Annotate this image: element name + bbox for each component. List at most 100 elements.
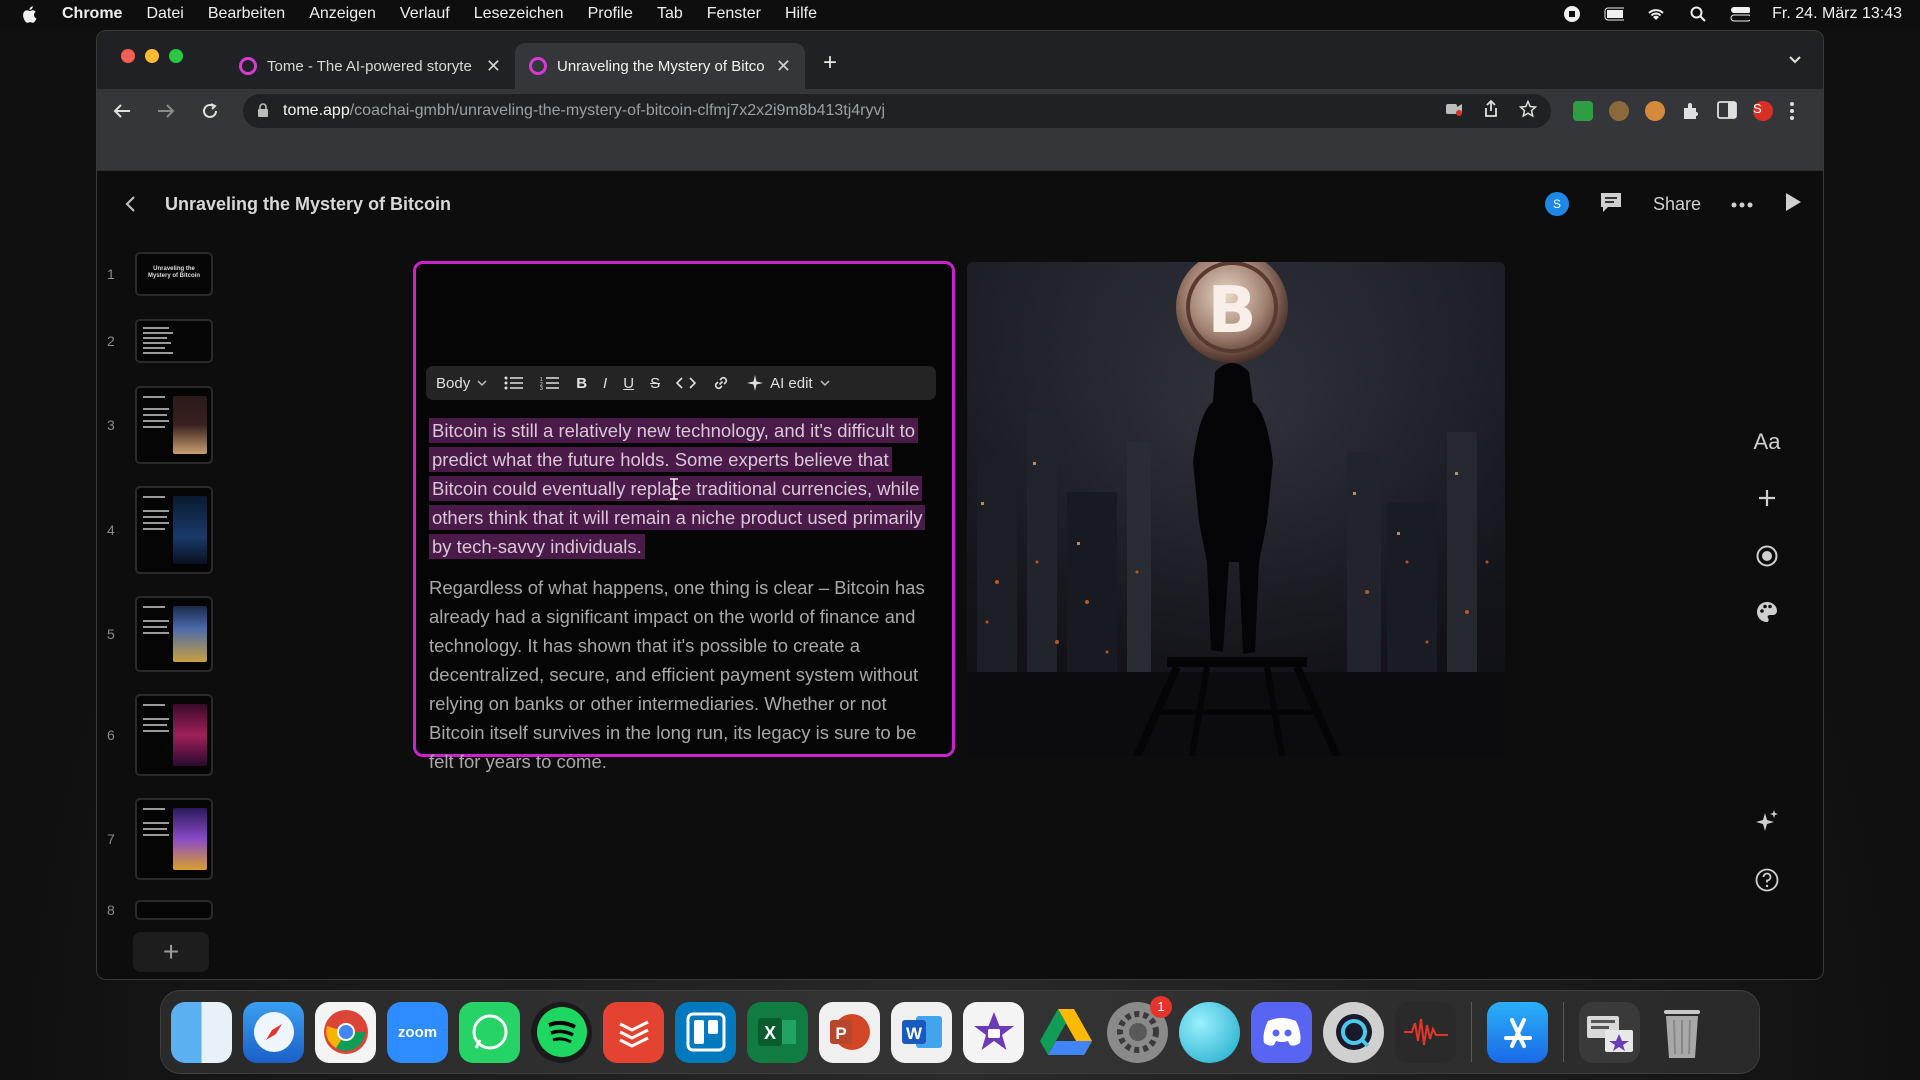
menu-tab[interactable]: Tab — [657, 5, 683, 23]
slide-thumbnail[interactable]: Unraveling the Mystery of Bitcoin — [135, 252, 213, 296]
browser-app-icon[interactable] — [1179, 1001, 1240, 1063]
document-title[interactable]: Unraveling the Mystery of Bitcoin — [165, 194, 451, 215]
menu-hilfe[interactable]: Hilfe — [785, 5, 817, 23]
whatsapp-icon[interactable] — [459, 1001, 520, 1063]
zoom-icon[interactable]: zoom — [387, 1001, 448, 1063]
quicktime-icon[interactable] — [1323, 1001, 1384, 1063]
ai-sparkle-icon[interactable] — [1747, 802, 1787, 842]
back-arrow-icon[interactable] — [111, 100, 133, 122]
imovie-star-icon[interactable] — [963, 1001, 1024, 1063]
address-bar[interactable]: tome.app /coachai-gmbh/unraveling-the-my… — [243, 94, 1551, 128]
more-options-icon[interactable] — [1731, 195, 1753, 213]
italic-button[interactable]: I — [603, 375, 607, 392]
extension-icon[interactable] — [1609, 101, 1629, 121]
collaborator-avatar[interactable]: S — [1544, 192, 1569, 216]
record-icon[interactable] — [1747, 536, 1787, 576]
add-slide-button[interactable]: + — [133, 932, 209, 972]
discord-icon[interactable] — [1251, 1001, 1312, 1063]
word-icon[interactable]: W — [891, 1001, 952, 1063]
system-settings-gear-icon[interactable]: 1 — [1107, 995, 1172, 1063]
slide-thumbnail[interactable] — [135, 798, 213, 880]
trello-icon[interactable] — [675, 1001, 736, 1063]
text-style-dropdown[interactable]: Body — [436, 375, 488, 392]
wifi-icon[interactable] — [1646, 6, 1666, 22]
apple-icon[interactable] — [18, 4, 40, 24]
slide-thumbnail[interactable] — [135, 319, 213, 363]
finder-icon[interactable] — [171, 1001, 232, 1063]
menu-datei[interactable]: Datei — [146, 5, 183, 23]
spotlight-search-icon[interactable] — [1688, 6, 1708, 22]
share-page-icon[interactable] — [1483, 99, 1499, 123]
link-icon[interactable] — [712, 374, 730, 392]
ai-edit-dropdown[interactable]: AI edit — [746, 374, 831, 392]
tab-bitcoin-doc[interactable]: Unraveling the Mystery of Bitco ✕ — [515, 43, 805, 89]
powerpoint-icon[interactable]: P — [819, 1001, 880, 1063]
back-chevron-icon[interactable] — [119, 192, 143, 216]
help-icon[interactable] — [1747, 860, 1787, 900]
slide-thumbnail[interactable] — [135, 386, 213, 464]
excel-icon[interactable]: X — [747, 1001, 808, 1063]
text-tile[interactable]: Body 123 B I U S AI edit Bitcoin is stil… — [413, 261, 955, 772]
forward-arrow-icon[interactable] — [155, 100, 177, 122]
comment-icon[interactable] — [1599, 191, 1623, 218]
bold-button[interactable]: B — [576, 375, 587, 392]
profile-avatar[interactable]: S — [1753, 101, 1773, 121]
battery-icon[interactable] — [1604, 6, 1625, 22]
chrome-menu-kebab-icon[interactable] — [1789, 101, 1809, 121]
bullet-list-icon[interactable] — [504, 376, 524, 390]
slide-thumbnail[interactable] — [135, 900, 213, 920]
thumbnail-row[interactable]: 3 — [107, 386, 213, 464]
paragraph[interactable]: Regardless of what happens, one thing is… — [429, 573, 945, 776]
tab-tome-home[interactable]: Tome - The AI-powered storyte ✕ — [225, 43, 515, 89]
image-tile[interactable]: B — [967, 262, 1505, 756]
slide-thumbnail[interactable] — [135, 596, 213, 672]
menu-lesezeichen[interactable]: Lesezeichen — [474, 5, 564, 23]
reload-icon[interactable] — [199, 100, 221, 122]
camera-blocked-icon[interactable] — [1445, 102, 1463, 121]
spotify-icon[interactable] — [531, 1001, 592, 1063]
thumbnail-row[interactable]: 4 — [107, 486, 213, 574]
close-window-button[interactable] — [121, 49, 135, 63]
puzzle-extensions-icon[interactable] — [1681, 101, 1701, 121]
tab-search-chevron-icon[interactable] — [1785, 49, 1805, 69]
shield-extension-icon[interactable] — [1573, 101, 1593, 121]
zoom-window-button[interactable] — [169, 49, 183, 63]
underline-button[interactable]: U — [623, 375, 634, 392]
numbered-list-icon[interactable]: 123 — [540, 376, 560, 390]
chrome-icon[interactable] — [315, 1001, 376, 1063]
strikethrough-button[interactable]: S — [650, 375, 660, 392]
thumbnail-row[interactable]: 5 — [107, 596, 213, 672]
trash-icon[interactable] — [1651, 1002, 1712, 1063]
share-button[interactable]: Share — [1653, 194, 1701, 215]
side-panel-icon[interactable] — [1717, 101, 1737, 121]
menu-fenster[interactable]: Fenster — [707, 5, 761, 23]
add-plus-icon[interactable] — [1747, 478, 1787, 518]
present-play-icon[interactable] — [1783, 191, 1803, 218]
minimize-window-button[interactable] — [145, 49, 159, 63]
control-center-icon[interactable] — [1730, 6, 1751, 22]
theme-palette-icon[interactable] — [1747, 592, 1787, 632]
audio-waveform-app-icon[interactable] — [1395, 1001, 1456, 1063]
slide-thumbnail[interactable] — [135, 694, 213, 776]
thumbnail-row[interactable]: 6 — [107, 694, 213, 776]
bookmark-star-icon[interactable] — [1518, 99, 1538, 123]
tab-close-icon[interactable]: ✕ — [486, 56, 501, 77]
tab-close-icon[interactable]: ✕ — [776, 56, 791, 77]
cookie-extension-icon[interactable] — [1645, 101, 1665, 121]
menu-anzeigen[interactable]: Anzeigen — [309, 5, 376, 23]
todoist-icon[interactable] — [603, 1001, 664, 1063]
thumbnail-row[interactable]: 2 — [107, 319, 213, 363]
menu-profile[interactable]: Profile — [588, 5, 633, 23]
text-style-tool[interactable]: Aa — [1747, 422, 1787, 462]
new-tab-plus-icon[interactable]: + — [823, 49, 837, 77]
lock-icon[interactable] — [257, 103, 271, 119]
menu-app-name[interactable]: Chrome — [62, 5, 122, 23]
menu-bar-clock[interactable]: Fr. 24. März 13:43 — [1772, 5, 1902, 23]
app-store-icon[interactable] — [1487, 1001, 1548, 1063]
thumbnail-row[interactable]: 1 Unraveling the Mystery of Bitcoin — [107, 252, 213, 296]
slide-thumbnail[interactable] — [135, 486, 213, 574]
menu-bearbeiten[interactable]: Bearbeiten — [208, 5, 285, 23]
safari-icon[interactable] — [243, 1001, 304, 1063]
thumbnail-row[interactable]: 7 — [107, 798, 213, 880]
selected-paragraph[interactable]: Bitcoin is still a relatively new techno… — [429, 416, 945, 561]
